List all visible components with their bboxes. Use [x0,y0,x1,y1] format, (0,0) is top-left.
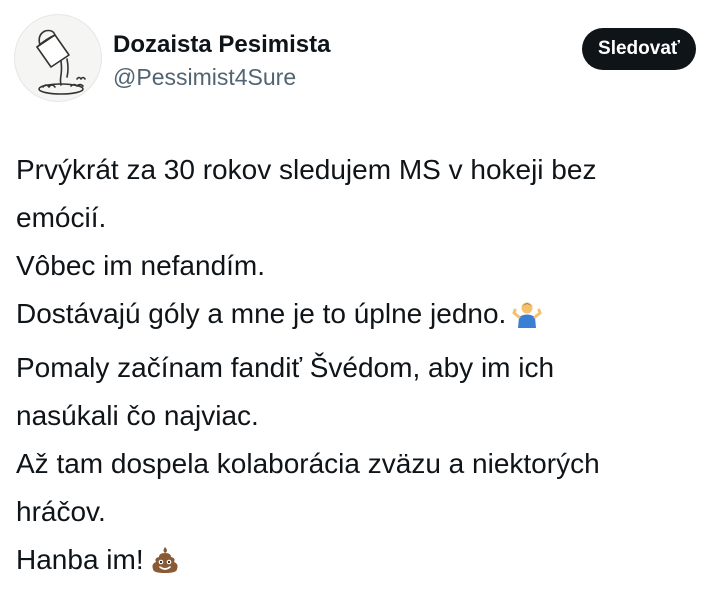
tweet-header: Dozaista Pesimista @Pessimist4Sure Sledo… [14,14,696,106]
pile-of-poo-emoji-icon [150,542,180,590]
tweet-line: Pomaly začínam fandiť Švédom, aby im ich [16,344,698,392]
tweet-line: Dostávajú góly a mne je to úplne jedno. [16,290,698,344]
author-handle[interactable]: @Pessimist4Sure [113,62,330,92]
tweet-line: hráčov. [16,488,698,536]
tweet-line: nasúkali čo najviac. [16,392,698,440]
tweet-line: emócií. [16,194,698,242]
tweet-line-text: Prvýkrát za 30 rokov sledujem MS v hokej… [16,154,597,185]
man-shrugging-emoji-icon [512,296,543,344]
tweet-line: Prvýkrát za 30 rokov sledujem MS v hokej… [16,146,698,194]
author-names: Dozaista Pesimista @Pessimist4Sure [113,30,330,92]
tweet-line-text: Až tam dospela kolaborácia zväzu a niekt… [16,448,600,479]
tweet-line: Vôbec im nefandím. [16,242,698,290]
author-display-name[interactable]: Dozaista Pesimista [113,30,330,60]
tweet-line-text: Hanba im! [16,544,144,575]
tweet-line-text: Pomaly začínam fandiť Švédom, aby im ich [16,352,555,383]
tweet-line-text: Vôbec im nefandím. [16,250,266,281]
tweet-line-text: nasúkali čo najviac. [16,400,259,431]
bucket-pouring-liquid-icon [36,29,86,95]
tweet-line-text: hráčov. [16,496,106,527]
follow-button[interactable]: Sledovať [582,28,696,70]
avatar[interactable] [14,14,102,102]
tweet-line: Hanba im! [16,536,698,590]
tweet-text: Prvýkrát za 30 rokov sledujem MS v hokej… [16,146,698,590]
tweet-line: Až tam dospela kolaborácia zväzu a niekt… [16,440,698,488]
tweet-line-text: emócií. [16,202,107,233]
tweet-line-text: Dostávajú góly a mne je to úplne jedno. [16,298,507,329]
tweet-card: Dozaista Pesimista @Pessimist4Sure Sledo… [0,0,718,575]
